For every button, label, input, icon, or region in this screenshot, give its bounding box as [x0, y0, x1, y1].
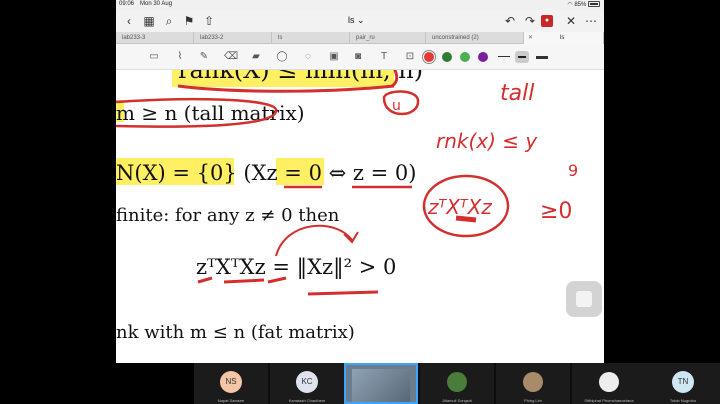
avatar [599, 372, 619, 392]
handwritten-rank: rnk(x) ≤ y [436, 129, 538, 153]
shape-icon[interactable]: ◯ [276, 51, 288, 63]
wifi-icon: ◠ [567, 2, 573, 8]
lasso-icon[interactable]: ⌇ [174, 51, 186, 63]
ztxtxz-underline [455, 215, 477, 223]
handwritten-9: 9 [568, 161, 578, 180]
tab-unconstrained[interactable]: unconstrained (2) [426, 32, 524, 44]
more-icon[interactable]: ⋯ [582, 13, 600, 29]
grid-icon[interactable]: ▦ [140, 13, 158, 29]
finite-line: finite: for any z ≠ 0 then [116, 205, 340, 226]
stroke-thick[interactable] [536, 56, 548, 59]
participant-tile[interactable]: NS Napat Samsee [194, 363, 268, 404]
participant-name: Sitthiphat Phomchaeoetana [584, 398, 634, 403]
status-date: Mon 30 Aug [140, 1, 173, 7]
battery-icon [588, 1, 600, 7]
handwritten-ztxtxz: zᵀXᵀXz [427, 195, 492, 219]
eraser-icon[interactable]: ⌫ [224, 51, 238, 63]
document-navbar: ‹ ▦ ⌕ ⚑ ⇧ ls ⌄ ↶ ↷ ● ✕ ⋯ [116, 10, 604, 32]
status-time: 09:06 [119, 1, 135, 7]
tab-ls-active[interactable]: ✕ ls [524, 32, 604, 44]
note-canvas[interactable]: rank(X) ≤ min(m, n) m ≥ n (tall matrix) … [116, 70, 604, 363]
participant-tile[interactable]: Phing Lim [496, 363, 570, 404]
share-icon[interactable]: ⇧ [200, 13, 218, 29]
status-bar: 09:06 Mon 30 Aug ◠ 85% [116, 0, 604, 10]
participant-tile-active[interactable] [344, 363, 418, 404]
handwritten-u: u [392, 98, 401, 114]
tab-ls-1[interactable]: ls [272, 32, 350, 44]
participant-name: Totob Nugroho [669, 398, 697, 403]
close-icon[interactable]: ✕ [562, 13, 580, 29]
arrow-curve [275, 224, 353, 257]
record-badge-icon[interactable]: ● [541, 15, 553, 27]
tab-close-icon[interactable]: ✕ [528, 32, 533, 44]
floating-action-button[interactable] [566, 281, 602, 317]
avatar: TN [672, 371, 694, 393]
slide-content: rank(X) ≤ min(m, n) m ≥ n (tall matrix) … [116, 70, 578, 343]
tab-lab233-2[interactable]: lab233-2 [194, 32, 272, 44]
stroke-medium[interactable] [515, 51, 529, 63]
participant-tile[interactable]: TN Totob Nugroho [646, 363, 720, 404]
pen-icon[interactable]: ✎ [198, 51, 210, 63]
avatar [447, 372, 467, 392]
u-circle [382, 90, 420, 116]
participant-tile[interactable]: KC Kanatash Chanthem [270, 363, 344, 404]
quad-underline-1 [223, 278, 265, 284]
nullspace-line: N(X) = {0} (Xz = 0 ⇔ z = 0) [116, 161, 416, 185]
battery-percent: 85% [574, 2, 587, 8]
fat-matrix-line: nk with m ≤ n (fat matrix) [116, 322, 355, 343]
search-icon[interactable]: ⌕ [160, 13, 178, 29]
status-right: ◠ 85% [567, 1, 600, 8]
text-icon[interactable]: T [378, 51, 390, 63]
participant-name: Kanatash Chanthem [288, 398, 326, 403]
color-swatch-red[interactable] [424, 52, 434, 62]
redo-icon[interactable]: ↷ [521, 13, 539, 29]
annotation-toolbar: ▭ ⌇ ✎ ⌫ ▰ ◯ ◌ ▣ ◙ T ⊡ [116, 44, 604, 70]
handwritten-geq0: ≥0 [540, 199, 572, 224]
image-icon[interactable]: ▣ [328, 51, 340, 63]
participant-tile[interactable]: Jiitamuil Songsiri [420, 363, 494, 404]
norm-underline [307, 290, 379, 296]
tab-lab233-3[interactable]: lab233-3 [116, 32, 194, 44]
participant-name: Jiitamuil Songsiri [441, 398, 472, 403]
participant-gallery: NS Napat Samsee KC Kanatash Chanthem Jii… [194, 363, 720, 404]
participant-name: Napat Samsee [217, 398, 245, 403]
speaker-video [352, 369, 410, 402]
color-swatch-lightgreen[interactable] [460, 52, 470, 62]
participant-tile[interactable]: Sitthiphat Phomchaeoetana [572, 363, 646, 404]
lasso-select-icon[interactable]: ◌ [302, 51, 314, 63]
avatar [523, 372, 543, 392]
tab-pair-ru[interactable]: pair_ru [350, 32, 426, 44]
stroke-thin[interactable] [498, 56, 510, 57]
reading-mode-icon[interactable]: ▭ [148, 51, 160, 63]
avatar: KC [296, 371, 318, 393]
document-title[interactable]: ls ⌄ [348, 15, 365, 26]
color-swatch-purple[interactable] [478, 52, 488, 62]
ipad-screen: 09:06 Mon 30 Aug ◠ 85% ‹ ▦ ⌕ ⚑ ⇧ ls ⌄ ↶ … [116, 0, 604, 363]
back-chevron-icon[interactable]: ‹ [120, 13, 138, 29]
quadratic-line: zᵀXᵀXz = ‖Xz‖² > 0 [196, 255, 396, 280]
camera-icon[interactable]: ◙ [352, 51, 364, 63]
avatar: NS [220, 371, 242, 393]
participant-name: Phing Lim [524, 398, 542, 403]
color-swatch-green[interactable] [442, 52, 452, 62]
pointer-icon[interactable]: ⊡ [404, 51, 416, 63]
handwritten-tall: tall [500, 81, 534, 106]
tab-bar: lab233-3 lab233-2 ls pair_ru unconstrain… [116, 32, 604, 44]
undo-icon[interactable]: ↶ [501, 13, 519, 29]
rank-line: rank(X) ≤ min(m, n) [178, 70, 423, 84]
highlighter-icon[interactable]: ▰ [250, 51, 262, 63]
bookmark-icon[interactable]: ⚑ [180, 13, 198, 29]
